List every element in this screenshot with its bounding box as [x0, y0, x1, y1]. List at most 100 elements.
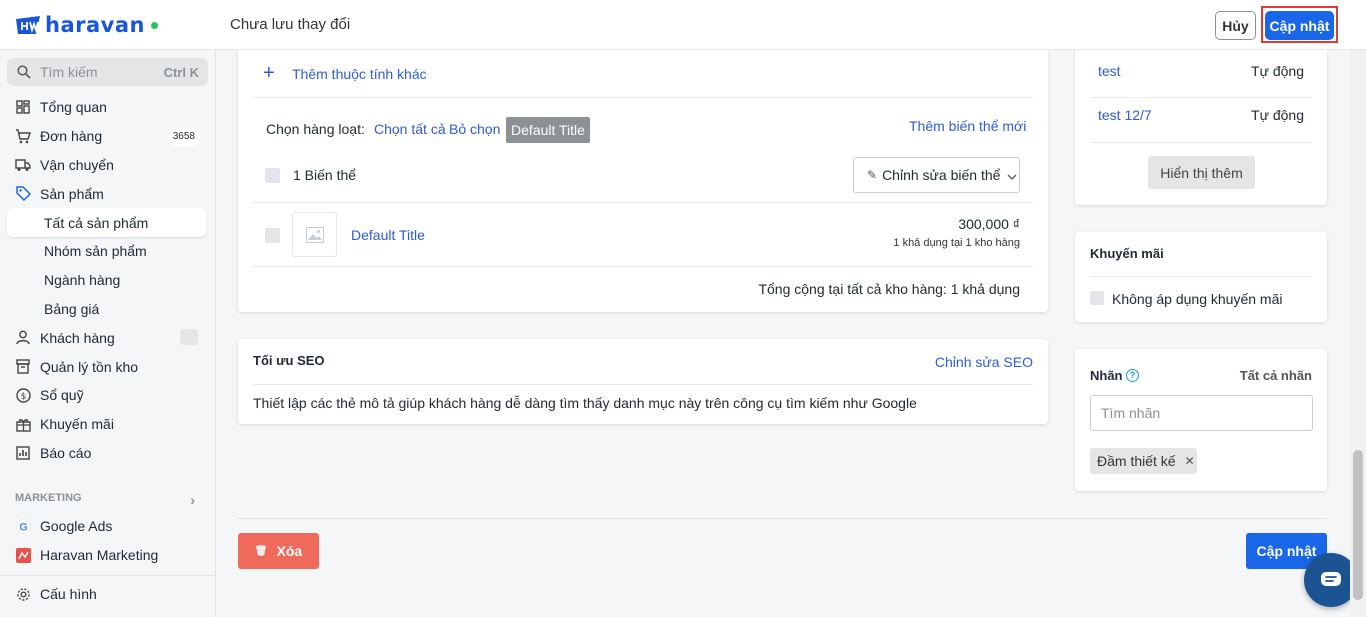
page-scrollbar[interactable] — [1350, 50, 1366, 617]
sidebar-item-google-ads[interactable]: G Google Ads — [0, 512, 216, 541]
all-tags-link[interactable]: Tất cả nhãn — [1240, 368, 1312, 383]
sidebar-item-shipping[interactable]: Vận chuyển — [0, 151, 216, 180]
top-bar: haravan Chưa lưu thay đổi Hủy Cập nhật — [0, 0, 1366, 50]
plus-icon[interactable]: + — [263, 63, 275, 83]
update-button-top[interactable]: Cập nhật — [1265, 11, 1334, 40]
tags-title: Nhãn — [1090, 368, 1123, 383]
marketing-heading-label: MARKETING — [15, 492, 82, 504]
search-box[interactable]: Tìm kiếm Ctrl K — [7, 58, 208, 86]
logo-mark-icon — [16, 16, 40, 34]
variant-thumbnail[interactable] — [292, 212, 337, 257]
sidebar-item-customers[interactable]: Khách hàng — [0, 323, 216, 352]
sidebar-item-label: Ngành hàng — [44, 272, 121, 289]
sidebar-item-label: Vận chuyển — [40, 156, 114, 173]
help-icon[interactable]: ? — [1126, 369, 1139, 382]
add-variant-link[interactable]: Thêm biến thể mới — [909, 118, 1026, 134]
gear-icon — [15, 586, 31, 602]
sidebar-item-label: Tất cả sản phẩm — [44, 214, 149, 231]
edit-seo-link[interactable]: Chỉnh sửa SEO — [935, 354, 1033, 370]
remove-tag-icon[interactable]: ✕ — [1185, 454, 1195, 468]
tag-search-placeholder: Tìm nhãn — [1101, 405, 1161, 421]
truck-icon — [15, 157, 31, 173]
sidebar-item-label: Google Ads — [40, 518, 113, 535]
tag-chip: Đầm thiết kế ✕ — [1090, 448, 1197, 474]
edit-variant-dropdown[interactable]: ✎ Chỉnh sửa biến thể — [853, 157, 1020, 193]
variant-count: 1 Biến thể — [293, 167, 357, 183]
sidebar-item-haravan-marketing[interactable]: Haravan Marketing — [0, 541, 216, 570]
search-icon — [17, 65, 31, 79]
sidebar-item-overview[interactable]: Tổng quan — [0, 93, 216, 122]
tag-chip-label: Đầm thiết kế — [1097, 453, 1176, 469]
brand-name: haravan — [45, 13, 145, 37]
select-all-link[interactable]: Chọn tất cả — [374, 121, 446, 137]
seo-card — [238, 339, 1048, 424]
haravan-logo[interactable]: haravan — [14, 13, 158, 37]
deselect-link[interactable]: Bỏ chọn — [449, 121, 500, 137]
seo-title: Tối ưu SEO — [253, 353, 325, 368]
scrollbar-thumb[interactable] — [1353, 450, 1363, 600]
marketing-section-heading[interactable]: MARKETING › — [15, 492, 195, 508]
select-all-checkbox[interactable] — [265, 168, 280, 183]
channel-mode: Tự động — [1251, 63, 1304, 79]
footer-divider — [238, 518, 1327, 519]
sidebar-item-label: Đơn hàng — [40, 128, 103, 145]
channel-link[interactable]: test — [1098, 63, 1121, 79]
gift-icon — [15, 416, 31, 432]
pencil-icon: ✎ — [867, 168, 878, 182]
sidebar-item-reports[interactable]: Báo cáo — [0, 439, 216, 468]
sidebar-item-label: Khách hàng — [40, 329, 115, 346]
promotion-title: Khuyến mãi — [1090, 246, 1164, 261]
show-more-button[interactable]: Hiển thị thêm — [1148, 156, 1255, 189]
inventory-icon — [15, 359, 31, 375]
divider — [253, 97, 1033, 98]
seo-description: Thiết lập các thẻ mô tả giúp khách hàng … — [253, 395, 917, 411]
sidebar-item-products[interactable]: Sản phẩm — [0, 179, 216, 208]
sidebar-item-label: Báo cáo — [40, 444, 92, 461]
sidebar-item-categories[interactable]: Ngành hàng — [0, 266, 216, 295]
total-stock: Tổng cộng tại tất cả kho hàng: 1 khả dụn… — [758, 281, 1020, 297]
sidebar-item-cashbook[interactable]: $ Sổ quỹ — [0, 381, 216, 410]
sidebar: Tìm kiếm Ctrl K Tổng quan Đơn hàng 3658 … — [0, 50, 216, 617]
tag-search-input[interactable]: Tìm nhãn — [1090, 395, 1313, 431]
sidebar-nav: Tổng quan Đơn hàng 3658 Vận chuyển Sản p… — [0, 93, 216, 467]
channel-link[interactable]: test 12/7 — [1098, 107, 1152, 123]
delete-button[interactable]: 🗑 Xóa — [238, 533, 319, 569]
sidebar-item-inventory[interactable]: Quản lý tồn kho — [0, 352, 216, 381]
marketing-nav: G Google Ads Haravan Marketing — [0, 512, 216, 570]
haravan-marketing-icon — [15, 547, 31, 563]
settings-nav: Cấu hình — [0, 580, 216, 609]
variant-row-checkbox[interactable] — [265, 228, 280, 243]
sidebar-item-settings[interactable]: Cấu hình — [0, 580, 216, 609]
image-placeholder-icon — [305, 226, 324, 243]
dollar-icon: $ — [15, 387, 31, 403]
person-icon — [15, 330, 31, 346]
dashboard-icon — [15, 99, 31, 115]
trash-icon: 🗑 — [254, 545, 268, 557]
svg-text:$: $ — [20, 392, 26, 402]
tag-icon — [15, 186, 31, 202]
chart-icon — [15, 445, 31, 461]
divider — [253, 384, 1033, 385]
divider — [253, 266, 1033, 267]
add-attribute-link[interactable]: Thêm thuộc tính khác — [292, 66, 427, 82]
search-placeholder: Tìm kiếm — [40, 64, 98, 80]
cart-icon — [15, 128, 31, 144]
no-promotion-checkbox[interactable] — [1090, 291, 1104, 305]
option-filter-pill[interactable]: Default Title — [506, 117, 590, 143]
sidebar-item-promotions[interactable]: Khuyến mãi — [0, 410, 216, 439]
orders-count-badge: 3658 — [167, 127, 200, 146]
cancel-button[interactable]: Hủy — [1215, 11, 1256, 40]
chevron-right-icon: › — [190, 492, 195, 508]
sidebar-item-label: Tổng quan — [40, 99, 107, 116]
variant-title-link[interactable]: Default Title — [351, 227, 425, 243]
variant-stock: 1 khả dụng tại 1 kho hàng — [893, 237, 1020, 249]
search-shortcut: Ctrl K — [163, 64, 199, 80]
sidebar-item-price-list[interactable]: Bảng giá — [0, 295, 216, 324]
sidebar-item-all-products[interactable]: Tất cả sản phẩm — [7, 208, 206, 237]
channel-mode: Tự động — [1251, 107, 1304, 123]
sidebar-divider — [0, 575, 216, 576]
delete-label: Xóa — [276, 543, 303, 559]
sidebar-item-orders[interactable]: Đơn hàng 3658 — [0, 122, 216, 151]
customers-screen-icon — [180, 329, 198, 346]
sidebar-item-product-groups[interactable]: Nhóm sản phẩm — [0, 237, 216, 266]
